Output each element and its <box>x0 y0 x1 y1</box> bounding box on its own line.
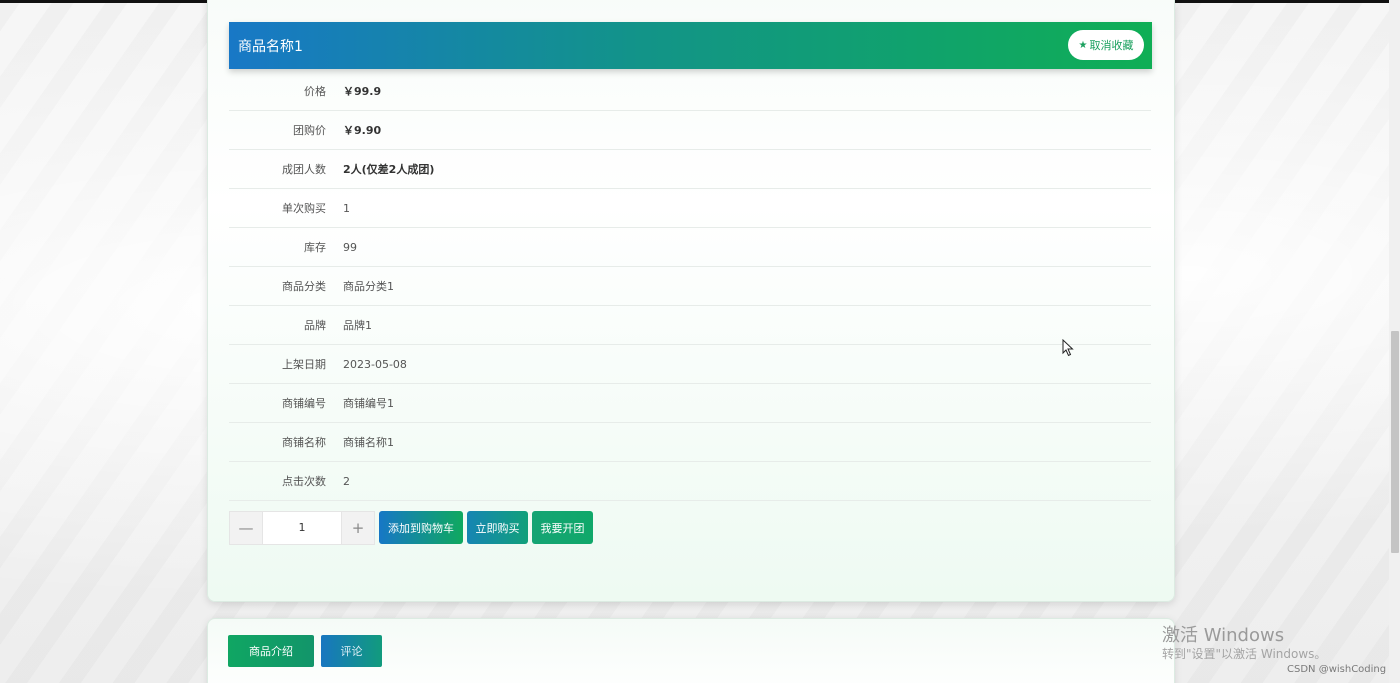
detail-row-stock: 库存 99 <box>229 228 1151 267</box>
detail-label: 成团人数 <box>282 163 326 176</box>
detail-row-price: 价格 ￥99.9 <box>229 72 1151 111</box>
detail-label: 商铺名称 <box>282 436 326 449</box>
detail-label: 商铺编号 <box>282 397 326 410</box>
detail-row-shop-name: 商铺名称 商铺名称1 <box>229 423 1151 462</box>
detail-row-group-price: 团购价 ￥9.90 <box>229 111 1151 150</box>
quantity-stepper: — + <box>229 511 375 545</box>
detail-label: 价格 <box>304 85 326 98</box>
detail-value: ￥99.9 <box>343 85 382 98</box>
detail-value: 2023-05-08 <box>343 357 407 371</box>
cancel-favorite-button[interactable]: ★ 取消收藏 <box>1068 30 1144 60</box>
cancel-favorite-label: 取消收藏 <box>1089 39 1134 52</box>
tab-comments[interactable]: 评论 <box>321 635 382 667</box>
detail-row-clicks: 点击次数 2 <box>229 462 1151 501</box>
product-title-bar: 商品名称1 ★ 取消收藏 <box>229 22 1152 69</box>
detail-row-shop-id: 商铺编号 商铺编号1 <box>229 384 1151 423</box>
detail-label: 品牌 <box>304 319 326 332</box>
detail-value: 1 <box>343 201 350 215</box>
decrease-quantity-button[interactable]: — <box>230 512 263 544</box>
detail-value: 商铺编号1 <box>343 397 394 410</box>
detail-label: 上架日期 <box>282 358 326 371</box>
detail-row-single-purchase: 单次购买 1 <box>229 189 1151 228</box>
detail-label: 单次购买 <box>282 202 326 215</box>
detail-label: 团购价 <box>293 124 326 137</box>
product-detail-list: 价格 ￥99.9 团购价 ￥9.90 成团人数 2人(仅差2人成团) 单次购买 … <box>229 72 1151 501</box>
buy-now-button[interactable]: 立即购买 <box>467 511 528 544</box>
detail-value: 商铺名称1 <box>343 436 394 449</box>
add-to-cart-button[interactable]: 添加到购物车 <box>379 511 463 544</box>
detail-row-category: 商品分类 商品分类1 <box>229 267 1151 306</box>
windows-activation-subtitle: 转到"设置"以激活 Windows。 <box>1162 647 1327 661</box>
csdn-watermark: CSDN @wishCoding <box>1287 664 1387 675</box>
detail-value: 品牌1 <box>343 319 372 332</box>
star-icon: ★ <box>1078 39 1088 51</box>
detail-label: 点击次数 <box>282 475 326 488</box>
product-title: 商品名称1 <box>238 38 303 55</box>
scrollbar-thumb[interactable] <box>1391 331 1399 553</box>
detail-row-group-size: 成团人数 2人(仅差2人成团) <box>229 150 1151 189</box>
detail-value: 2 <box>343 474 350 488</box>
detail-value: 商品分类1 <box>343 280 394 293</box>
increase-quantity-button[interactable]: + <box>341 512 374 544</box>
detail-value: 99 <box>343 240 357 254</box>
detail-row-brand: 品牌 品牌1 <box>229 306 1151 345</box>
detail-label: 商品分类 <box>282 280 326 293</box>
tab-product-intro[interactable]: 商品介绍 <box>228 635 314 667</box>
mouse-cursor-icon <box>1062 338 1074 361</box>
quantity-input[interactable] <box>263 512 341 542</box>
detail-value: 2人(仅差2人成团) <box>343 163 435 176</box>
detail-label: 库存 <box>304 241 326 254</box>
windows-activation-title: 激活 Windows <box>1162 625 1285 646</box>
detail-value: ￥9.90 <box>343 124 382 137</box>
detail-row-listing-date: 上架日期 2023-05-08 <box>229 345 1151 384</box>
start-group-button[interactable]: 我要开团 <box>532 511 593 544</box>
